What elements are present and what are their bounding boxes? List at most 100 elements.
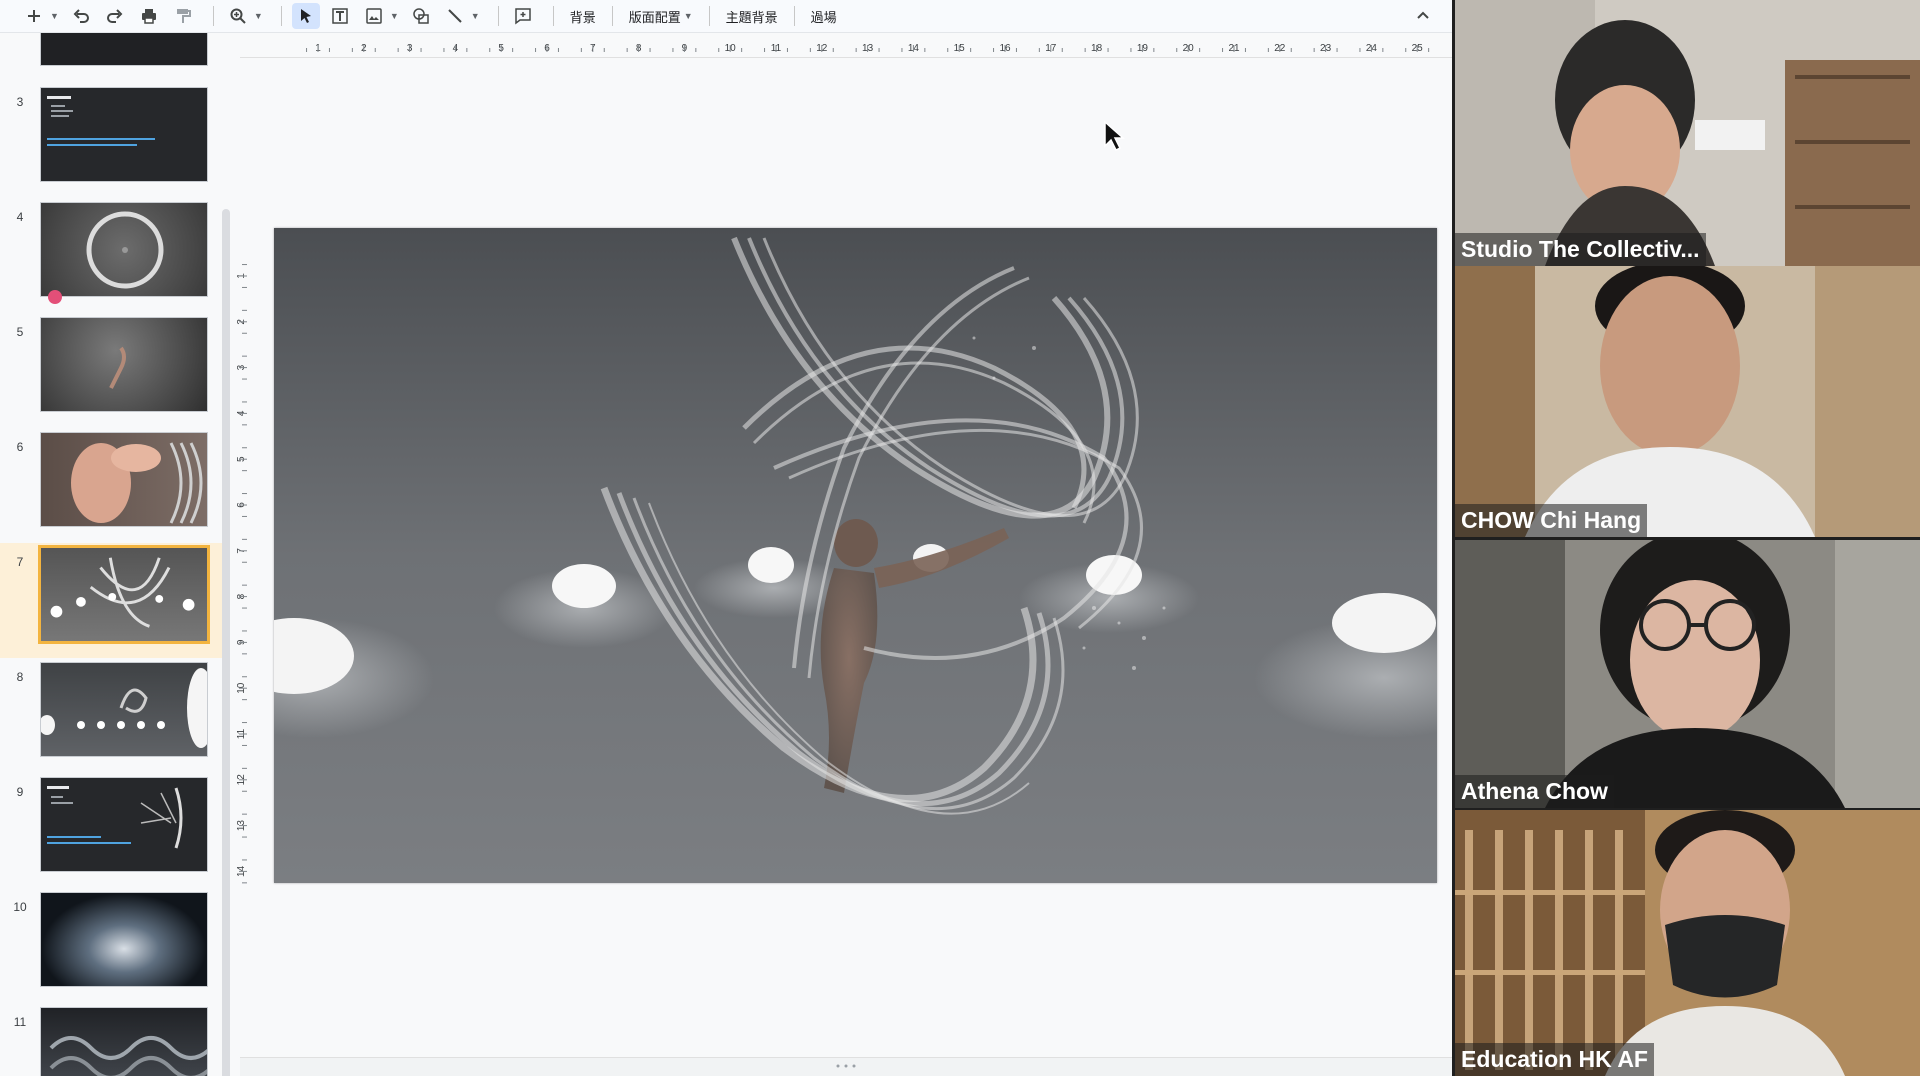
toolbar-divider xyxy=(497,6,499,26)
line-icon xyxy=(448,9,462,23)
redo-button[interactable] xyxy=(101,3,129,29)
participant-video xyxy=(1455,0,1920,266)
slide-number: 7 xyxy=(16,555,24,569)
mouse-cursor-icon xyxy=(1104,120,1125,152)
slide-image-particle-ribbons[interactable] xyxy=(274,228,1437,883)
transition-button[interactable]: 過場 xyxy=(805,3,843,29)
participant-video xyxy=(1455,810,1920,1076)
slide-thumbnail[interactable] xyxy=(40,317,208,412)
participant-name: Education HK AF xyxy=(1455,1043,1654,1076)
image-icon xyxy=(366,8,382,24)
participant-tile[interactable]: CHOW Chi Hang xyxy=(1455,266,1920,537)
horizontal-ruler[interactable]: 1234567891011121314151617181920212223242… xyxy=(240,37,1452,58)
theme-label: 主題背景 xyxy=(725,9,778,25)
slide-thumbnail-art xyxy=(41,668,207,748)
slides-app: ▼ ▼ ▼ ▼ 背景 版面配置 ▼ 主題背景 過場 3 4 5 6 7 8 9 … xyxy=(0,0,1452,1076)
undo-icon xyxy=(73,9,89,23)
horizontal-ruler-ticks: 1234567891011121314151617181920212223242… xyxy=(306,43,1430,54)
undo-button[interactable] xyxy=(67,3,95,29)
slide-thumbnail-row[interactable]: 5 xyxy=(0,313,230,428)
slide-thumbnail[interactable] xyxy=(40,202,208,297)
layout-caret-icon: ▼ xyxy=(683,11,693,21)
slide-thumbnail-row[interactable] xyxy=(0,33,230,82)
slide-thumbnail-art xyxy=(86,211,164,289)
slide-thumbnail[interactable] xyxy=(40,87,208,182)
participant-name: Studio The Collectiv... xyxy=(1455,233,1706,266)
collaborator-avatar xyxy=(48,290,62,304)
insert-image-caret-icon[interactable]: ▼ xyxy=(390,11,399,21)
plus-icon xyxy=(28,10,40,22)
shape-button[interactable] xyxy=(407,3,435,29)
paint-format-icon xyxy=(176,9,191,23)
slide-thumbnail[interactable] xyxy=(38,545,210,644)
slide-thumbnail-art xyxy=(47,786,183,849)
add-comment-button[interactable] xyxy=(509,3,537,29)
slide-number: 11 xyxy=(13,1015,27,1029)
slide-thumbnail-art xyxy=(50,557,195,628)
toolbar: ▼ ▼ ▼ ▼ 背景 版面配置 ▼ 主題背景 過場 xyxy=(0,0,1452,33)
slide-thumbnail[interactable] xyxy=(40,33,208,66)
zoom-button[interactable] xyxy=(224,3,252,29)
toolbar-divider xyxy=(212,6,214,26)
text-box-button[interactable] xyxy=(326,3,354,29)
new-slide-caret-icon[interactable]: ▼ xyxy=(50,11,59,21)
slide-thumbnail[interactable] xyxy=(40,662,208,757)
drag-handle-icon xyxy=(836,1064,856,1068)
slide-thumbnail-row[interactable]: 4 xyxy=(0,198,230,313)
shape-icon xyxy=(413,8,429,24)
background-label: 背景 xyxy=(569,9,596,25)
slide-thumbnail[interactable] xyxy=(40,1007,208,1076)
line-caret-icon[interactable]: ▼ xyxy=(471,11,480,21)
slide-thumbnail[interactable] xyxy=(40,777,208,872)
slide-number: 8 xyxy=(16,670,24,684)
vertical-ruler[interactable]: 1 2 3 4 5 6 7 8 9 10 11 12 13 14 xyxy=(235,228,253,884)
slide-thumbnail[interactable] xyxy=(40,432,208,527)
slide-thumbnail-row[interactable]: 6 xyxy=(0,428,230,543)
slide-thumbnail-row[interactable]: 3 xyxy=(0,83,230,198)
slide-thumbnail-art xyxy=(71,442,203,524)
participant-tile[interactable]: Studio The Collectiv... xyxy=(1455,0,1920,266)
chevron-up-icon xyxy=(1417,11,1429,19)
speaker-notes-divider[interactable] xyxy=(240,1057,1452,1076)
theme-button[interactable]: 主題背景 xyxy=(720,3,784,29)
cursor-arrow-icon xyxy=(300,9,311,23)
print-icon xyxy=(141,9,156,24)
slide-number: 6 xyxy=(16,440,24,454)
slide-number: 10 xyxy=(13,900,27,914)
toolbar-divider xyxy=(552,6,554,26)
slide-number: 4 xyxy=(16,210,24,224)
slide-thumbnail-row[interactable]: 10 xyxy=(0,888,230,1003)
toolbar-divider xyxy=(793,6,795,26)
participant-name: CHOW Chi Hang xyxy=(1455,504,1648,537)
print-button[interactable] xyxy=(135,3,163,29)
slide-thumbnail-art xyxy=(49,1036,207,1076)
filmstrip-scrollbar[interactable] xyxy=(222,209,230,1076)
zoom-caret-icon[interactable]: ▼ xyxy=(254,11,263,21)
new-slide-button[interactable] xyxy=(20,3,48,29)
layout-button[interactable]: 版面配置 ▼ xyxy=(623,3,699,29)
comment-plus-icon xyxy=(514,8,531,25)
participant-name: Athena Chow xyxy=(1455,775,1614,808)
slide-thumbnail[interactable] xyxy=(40,892,208,987)
text-box-icon xyxy=(332,8,348,24)
select-tool-button[interactable] xyxy=(291,3,320,29)
toolbar-divider xyxy=(611,6,613,26)
current-slide[interactable] xyxy=(274,228,1437,883)
paint-format-button[interactable] xyxy=(169,3,197,29)
slide-thumbnail-art xyxy=(109,346,126,389)
zoom-icon xyxy=(230,8,246,24)
layout-label: 版面配置 xyxy=(628,9,681,25)
participant-tile[interactable]: Athena Chow xyxy=(1455,540,1920,808)
slide-number: 3 xyxy=(16,95,24,109)
slide-thumbnail-row-active[interactable]: 7 xyxy=(0,543,230,658)
collapse-toolbar-button[interactable] xyxy=(1412,5,1434,27)
slide-thumbnail-row[interactable]: 8 xyxy=(0,658,230,773)
slide-filmstrip: 3 4 5 6 7 8 9 10 11 xyxy=(0,33,232,1076)
participant-tile[interactable]: Education HK AF xyxy=(1455,810,1920,1076)
line-button[interactable] xyxy=(441,3,469,29)
slide-thumbnail-row[interactable]: 9 xyxy=(0,773,230,888)
background-button[interactable]: 背景 xyxy=(564,3,602,29)
insert-image-button[interactable] xyxy=(360,3,388,29)
slide-thumbnail-row[interactable]: 11 xyxy=(0,1003,230,1076)
toolbar-divider xyxy=(708,6,710,26)
